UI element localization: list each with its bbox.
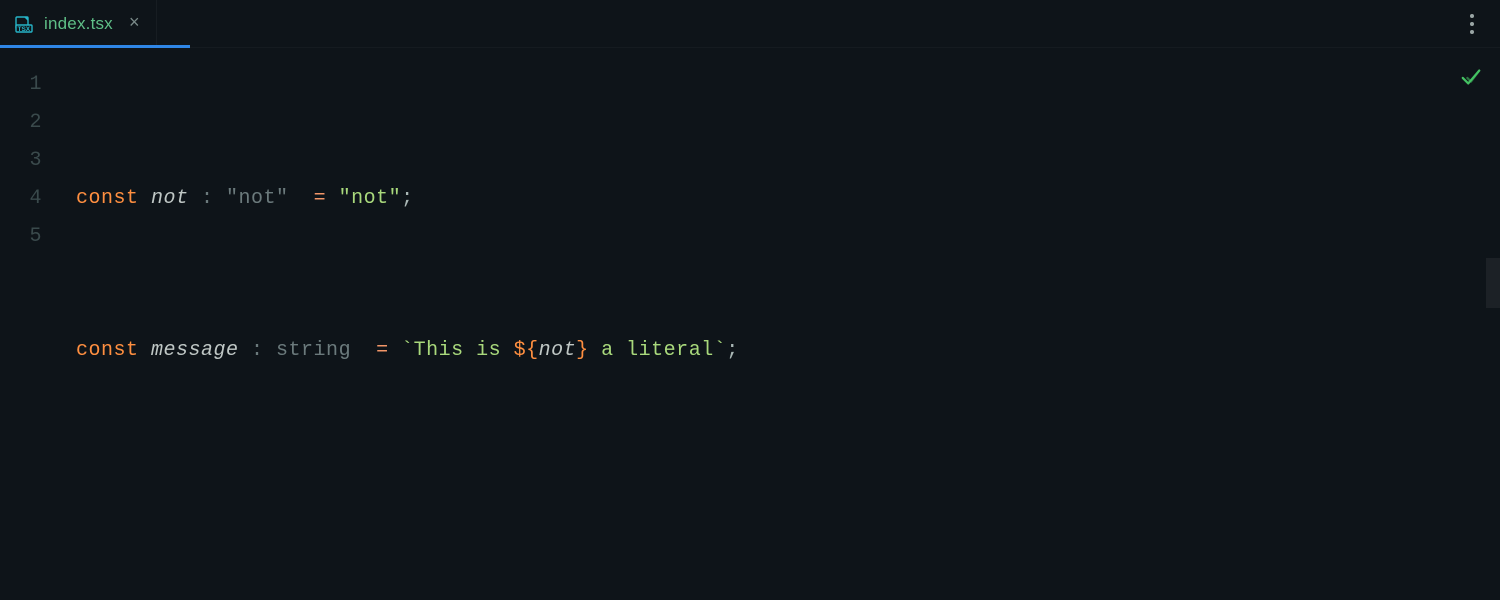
more-actions-button[interactable] — [1462, 6, 1482, 42]
line-number: 2 — [0, 104, 60, 142]
svg-text:TSX: TSX — [18, 26, 31, 33]
line-number: 5 — [0, 218, 60, 256]
code-line[interactable]: const not : "not" = "not"; — [76, 180, 1500, 218]
close-icon[interactable]: × — [129, 15, 140, 33]
tab-label: index.tsx — [44, 14, 113, 34]
line-number-gutter: 1 2 3 4 5 — [0, 48, 60, 600]
checkmark-icon — [1460, 66, 1482, 95]
tab-index-tsx[interactable]: TSX index.tsx × — [0, 0, 157, 47]
line-number: 4 — [0, 180, 60, 218]
line-number: 1 — [0, 66, 60, 104]
code-line-empty[interactable] — [76, 484, 1500, 522]
code-line[interactable]: const message : string = `This is ${not}… — [76, 332, 1500, 370]
code-content[interactable]: const not : "not" = "not"; const message… — [60, 48, 1500, 600]
tab-bar: TSX index.tsx × — [0, 0, 1500, 48]
line-number: 3 — [0, 142, 60, 180]
scrollbar-thumb[interactable] — [1486, 258, 1500, 308]
code-editor[interactable]: 1 2 3 4 5 const not : "not" = "not"; con… — [0, 48, 1500, 600]
tsx-file-icon: TSX — [14, 14, 34, 34]
tab-actions — [1462, 0, 1500, 47]
